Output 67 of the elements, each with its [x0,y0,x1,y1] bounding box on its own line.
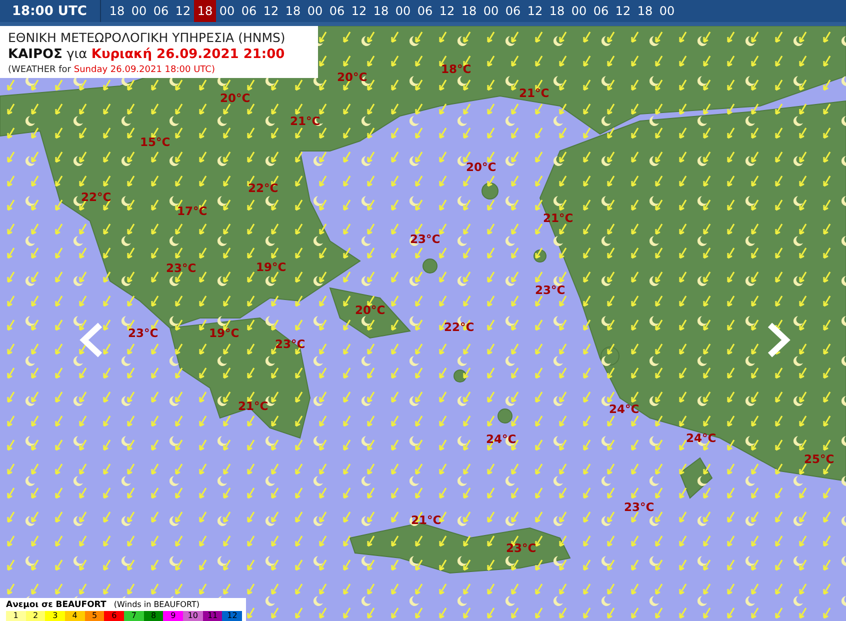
beaufort-scale-cell: 4 [65,611,85,621]
legend-subtitle: (Winds in BEAUFORT) [114,600,200,609]
temperature-label: 23°C [128,326,158,340]
temperature-label: 23°C [506,541,536,555]
beaufort-scale-cell: 8 [144,611,164,621]
time-step[interactable]: 18 [370,0,392,22]
temperature-label: 23°C [535,283,566,297]
temperature-label: 24°C [686,431,716,445]
time-step[interactable]: 00 [656,0,678,22]
beaufort-scale-cell: 1 [6,611,26,621]
time-step[interactable]: 12 [348,0,370,22]
temperature-label: 21°C [238,399,268,413]
beaufort-scale-cell: 5 [84,611,104,621]
temperature-label: 21°C [519,86,550,100]
time-step[interactable]: 18 [106,0,128,22]
beaufort-scale-cell: 2 [26,611,46,621]
temperature-label: 15°C [140,135,170,149]
time-step[interactable]: 12 [172,0,194,22]
beaufort-scale-cell: 12 [222,611,242,621]
time-step[interactable]: 00 [480,0,502,22]
temperature-label: 20°C [337,70,368,84]
temperature-label: 19°C [209,326,240,340]
temperature-label: 19°C [256,260,286,274]
current-time: 18:00 UTC [0,0,101,22]
time-step[interactable]: 12 [260,0,282,22]
time-step[interactable]: 18 [194,0,216,22]
time-step[interactable]: 00 [304,0,326,22]
beaufort-scale-cell: 6 [104,611,124,621]
time-step[interactable]: 06 [590,0,612,22]
time-step[interactable]: 00 [216,0,238,22]
temperature-label: 20°C [355,303,386,317]
time-step[interactable]: 06 [502,0,524,22]
time-step[interactable]: 06 [326,0,348,22]
temperature-label: 23°C [410,232,440,246]
temperature-label: 24°C [609,402,640,416]
time-step[interactable]: 18 [546,0,568,22]
beaufort-scale-cell: 11 [202,611,222,621]
temperature-label: 23°C [166,261,196,275]
temperature-label: 24°C [486,432,516,446]
temperature-label: 18°C [441,62,472,76]
temperature-label: 20°C [220,91,250,105]
time-step[interactable]: 18 [634,0,656,22]
temperature-label: 17°C [177,204,208,218]
time-step[interactable]: 00 [568,0,590,22]
time-step[interactable]: 12 [436,0,458,22]
time-step[interactable]: 12 [612,0,634,22]
legend-title: Ανεμοι σε BEAUFORT [6,600,106,610]
temperature-label: 22°C [248,181,278,195]
temperature-label: 23°C [624,500,654,514]
temperature-label: 22°C [81,190,112,204]
beaufort-scale-cell: 7 [124,611,144,621]
forecast-subtitle: (WEATHER for Sunday 26.09.2021 18:00 UTC) [8,65,216,75]
time-step[interactable]: 06 [238,0,260,22]
time-step[interactable]: 18 [282,0,304,22]
beaufort-scale-cell: 9 [163,611,184,621]
time-step[interactable]: 06 [150,0,172,22]
beaufort-scale-cell: 10 [183,611,203,621]
time-step[interactable]: 00 [128,0,150,22]
time-step[interactable]: 12 [524,0,546,22]
time-step[interactable]: 00 [392,0,414,22]
temperature-label: 25°C [804,452,834,466]
time-step[interactable]: 18 [458,0,480,22]
forecast-title: ΚΑΙΡΟΣ για Κυριακή 26.09.2021 21:00 [8,47,286,62]
time-step[interactable]: 06 [414,0,436,22]
temperature-label: 20°C [466,160,496,174]
service-title: ΕΘΝΙΚΗ ΜΕΤΕΩΡΟΛΟΓΙΚΗ ΥΠΗΡΕΣΙΑ (HNMS) [8,30,286,45]
beaufort-scale-cell: 3 [45,611,66,621]
